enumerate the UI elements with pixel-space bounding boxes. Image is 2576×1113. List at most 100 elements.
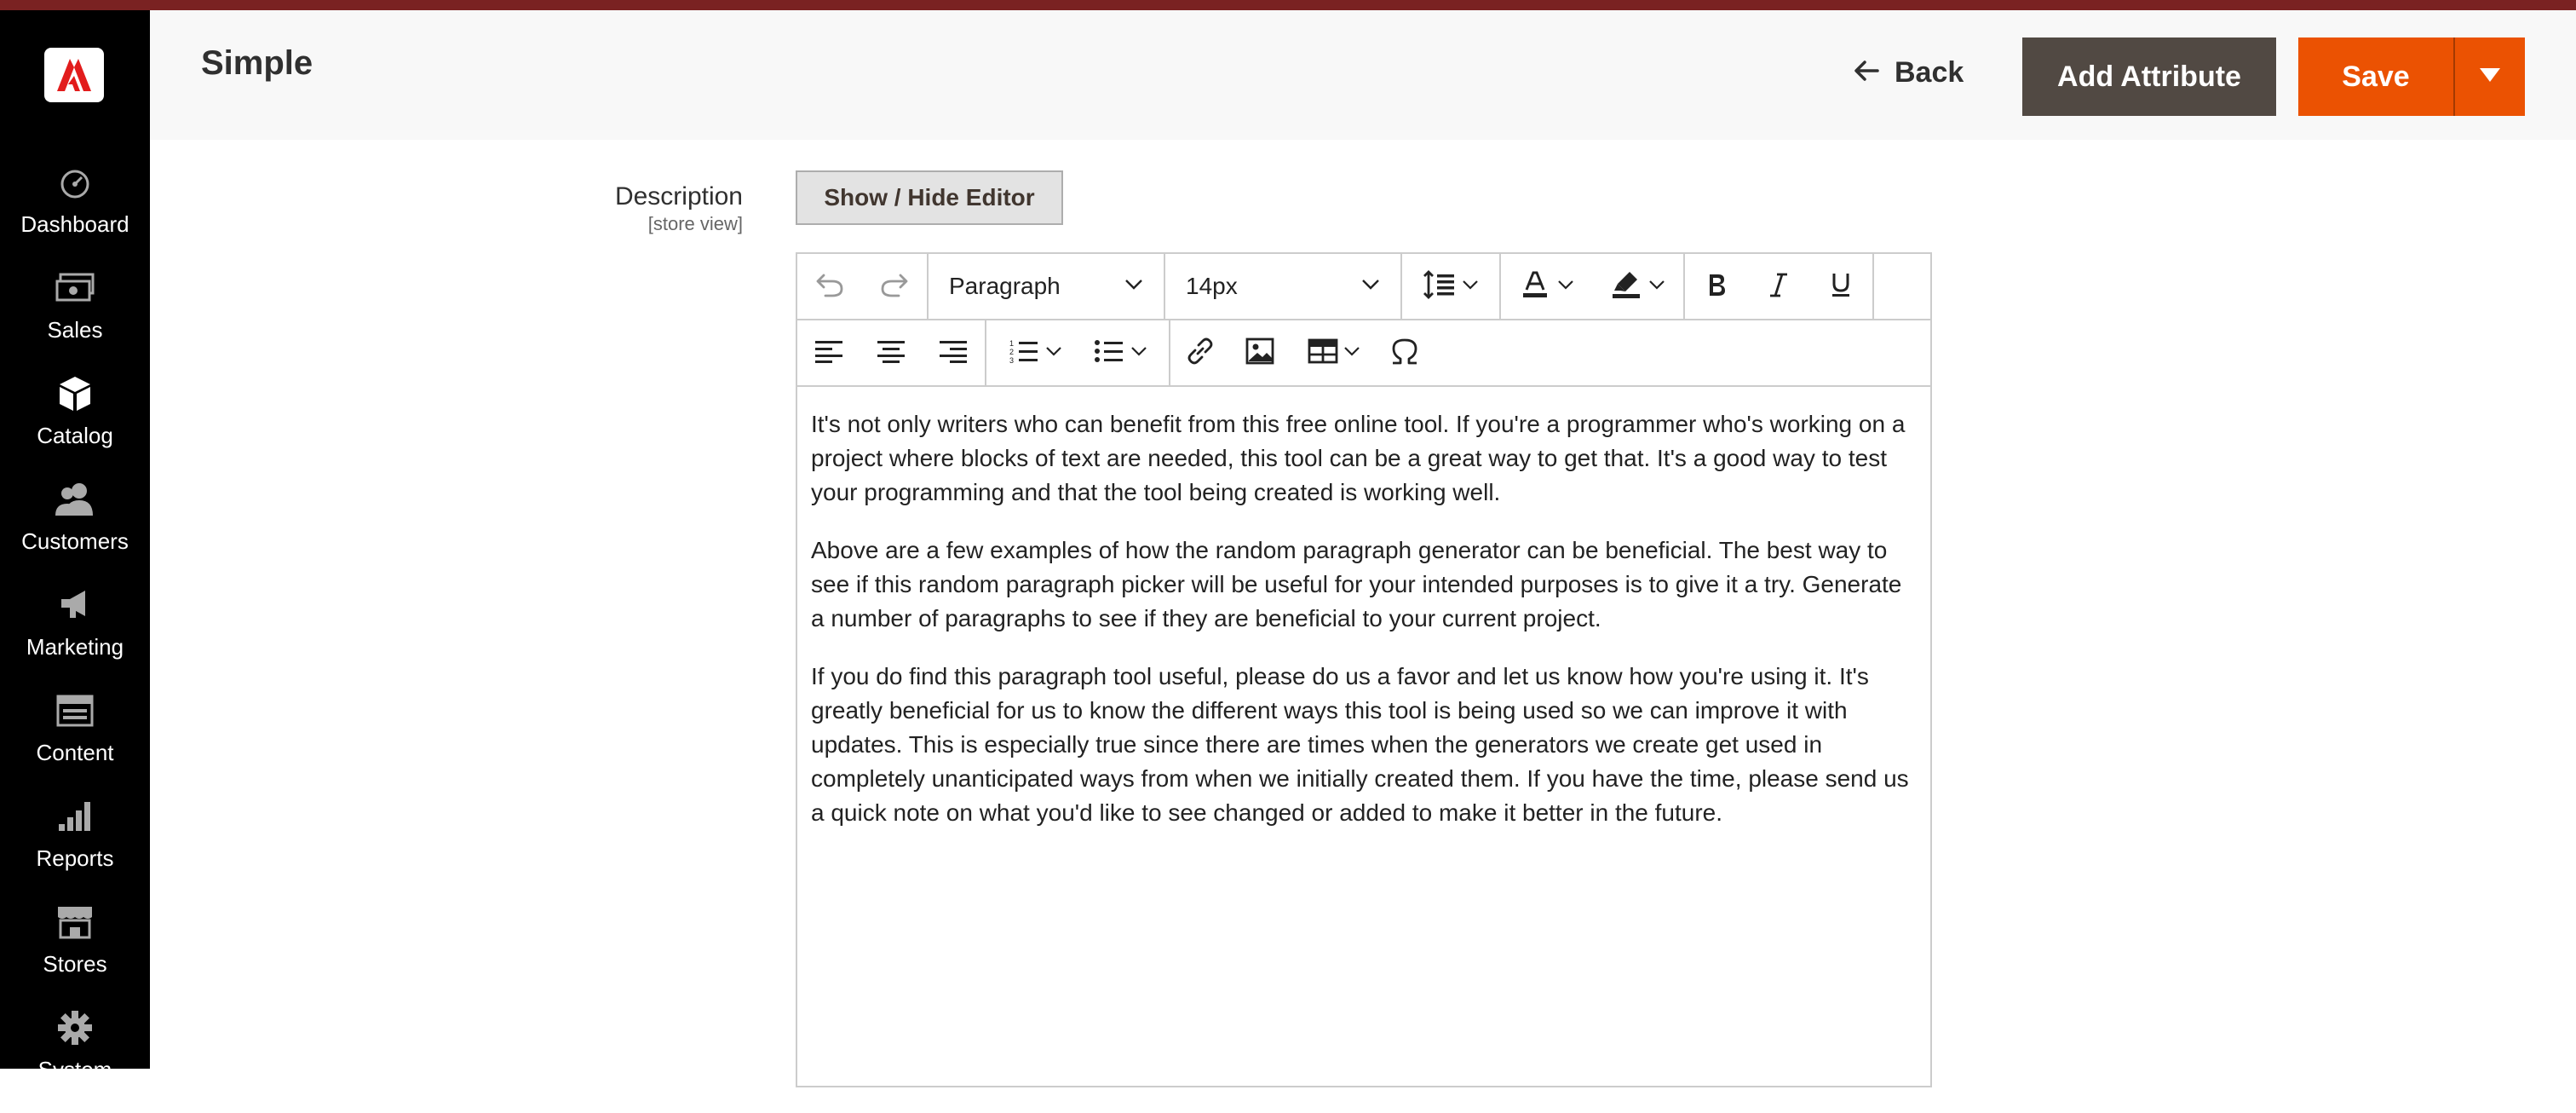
omega-icon xyxy=(1390,337,1419,369)
dashboard-gauge-icon xyxy=(0,162,150,203)
stores-shop-icon xyxy=(0,902,150,943)
editor-content-area[interactable]: It's not only writers who can benefit fr… xyxy=(811,407,1910,854)
sidebar-item-system[interactable]: System xyxy=(0,1007,150,1113)
redo-icon xyxy=(880,272,909,302)
sidebar-item-reports[interactable]: Reports xyxy=(0,796,150,902)
chevron-down-icon xyxy=(1124,279,1143,295)
alignment-group xyxy=(797,320,986,385)
svg-text:2: 2 xyxy=(1009,348,1014,356)
line-height-button[interactable] xyxy=(1402,254,1501,319)
back-button[interactable]: Back xyxy=(1854,37,1964,107)
back-label: Back xyxy=(1895,55,1964,89)
highlight-color-button[interactable] xyxy=(1592,254,1683,319)
editor-paragraph: Above are a few examples of how the rand… xyxy=(811,537,1902,631)
admin-sidebar: Dashboard Sales Catalog Customers Market… xyxy=(0,10,150,1082)
adobe-logo-icon[interactable] xyxy=(44,48,104,102)
text-color-button[interactable] xyxy=(1501,254,1592,319)
insert-image-button[interactable] xyxy=(1230,320,1290,385)
reports-bars-icon xyxy=(0,796,150,837)
content-layout-icon xyxy=(0,690,150,731)
chevron-down-icon xyxy=(1361,279,1380,295)
table-icon xyxy=(1308,338,1338,368)
editor-toolbar-row-2: 123 xyxy=(797,320,1930,387)
special-character-button[interactable] xyxy=(1378,320,1431,385)
sidebar-item-content[interactable]: Content xyxy=(0,690,150,796)
sidebar-item-label: Content xyxy=(36,740,114,765)
save-options-toggle[interactable] xyxy=(2455,37,2525,116)
sidebar-item-label: Customers xyxy=(21,528,129,554)
editor-toolbar-row-1: Paragraph 14px xyxy=(797,254,1930,320)
top-accent-strip xyxy=(0,0,2576,10)
marketing-megaphone-icon xyxy=(0,585,150,626)
sidebar-item-sales[interactable]: Sales xyxy=(0,268,150,373)
bullet-list-button[interactable] xyxy=(1078,320,1164,385)
editor-paragraph: It's not only writers who can benefit fr… xyxy=(811,411,1906,505)
numbered-list-button[interactable]: 123 xyxy=(986,320,1078,385)
history-group xyxy=(797,254,929,319)
sidebar-item-label: Catalog xyxy=(37,423,113,448)
sidebar-item-label: Stores xyxy=(43,951,107,977)
sidebar-item-stores[interactable]: Stores xyxy=(0,902,150,1007)
insert-link-button[interactable] xyxy=(1170,320,1230,385)
show-hide-editor-button[interactable]: Show / Hide Editor xyxy=(796,170,1063,225)
save-button[interactable]: Save xyxy=(2298,37,2453,116)
align-left-button[interactable] xyxy=(797,320,860,385)
italic-button[interactable] xyxy=(1747,254,1809,319)
sidebar-item-label: Dashboard xyxy=(20,211,129,237)
numbered-list-icon: 123 xyxy=(1009,338,1038,368)
underline-button[interactable] xyxy=(1810,254,1872,319)
font-size-select[interactable]: 14px xyxy=(1165,254,1402,319)
caret-down-icon xyxy=(2480,67,2500,86)
save-split-button: Save xyxy=(2298,37,2525,116)
list-group: 123 xyxy=(986,320,1170,385)
sidebar-item-label: System xyxy=(37,1057,112,1082)
chevron-down-icon xyxy=(1462,279,1479,294)
text-style-group xyxy=(1685,254,1874,319)
block-format-value: Paragraph xyxy=(949,273,1061,299)
link-icon xyxy=(1186,337,1215,370)
align-right-button[interactable] xyxy=(923,320,985,385)
font-size-value: 14px xyxy=(1186,273,1238,299)
svg-text:3: 3 xyxy=(1009,356,1014,364)
insert-table-button[interactable] xyxy=(1290,320,1378,385)
line-height-icon xyxy=(1423,269,1458,303)
bold-button[interactable] xyxy=(1685,254,1747,319)
system-gear-icon xyxy=(0,1007,150,1048)
italic-icon xyxy=(1768,272,1789,302)
align-center-button[interactable] xyxy=(860,320,922,385)
align-center-icon xyxy=(877,339,905,367)
underline-icon xyxy=(1830,272,1852,302)
undo-button[interactable] xyxy=(797,254,862,319)
insert-group xyxy=(1170,320,1438,385)
description-scope: [store view] xyxy=(647,213,743,234)
align-right-icon xyxy=(940,339,968,367)
page-title: Simple xyxy=(201,44,313,82)
customers-people-icon xyxy=(0,479,150,520)
sidebar-item-customers[interactable]: Customers xyxy=(0,479,150,585)
chevron-down-icon xyxy=(1130,345,1147,360)
sidebar-item-label: Marketing xyxy=(26,634,124,660)
chevron-down-icon xyxy=(1648,279,1665,294)
color-group xyxy=(1501,254,1685,319)
arrow-left-icon xyxy=(1854,56,1879,89)
block-format-select[interactable]: Paragraph xyxy=(929,254,1165,319)
chevron-down-icon xyxy=(1343,345,1360,360)
sidebar-item-dashboard[interactable]: Dashboard xyxy=(0,162,150,268)
sidebar-item-label: Sales xyxy=(47,317,103,343)
bullet-list-icon xyxy=(1095,338,1124,368)
catalog-box-icon xyxy=(0,373,150,414)
sidebar-item-catalog[interactable]: Catalog xyxy=(0,373,150,479)
undo-icon xyxy=(815,272,844,302)
text-color-icon xyxy=(1520,269,1550,304)
highlighter-icon xyxy=(1611,269,1642,304)
editor-paragraph: If you do find this paragraph tool usefu… xyxy=(811,663,1909,826)
align-left-icon xyxy=(814,339,842,367)
sidebar-item-label: Reports xyxy=(36,845,114,871)
bold-icon xyxy=(1705,272,1728,302)
redo-button[interactable] xyxy=(862,254,927,319)
page-header: Simple Back Add Attribute Save xyxy=(150,10,2576,140)
add-attribute-button[interactable]: Add Attribute xyxy=(2022,37,2276,116)
sidebar-item-marketing[interactable]: Marketing xyxy=(0,585,150,690)
image-icon xyxy=(1245,337,1274,369)
chevron-down-icon xyxy=(1557,279,1574,294)
